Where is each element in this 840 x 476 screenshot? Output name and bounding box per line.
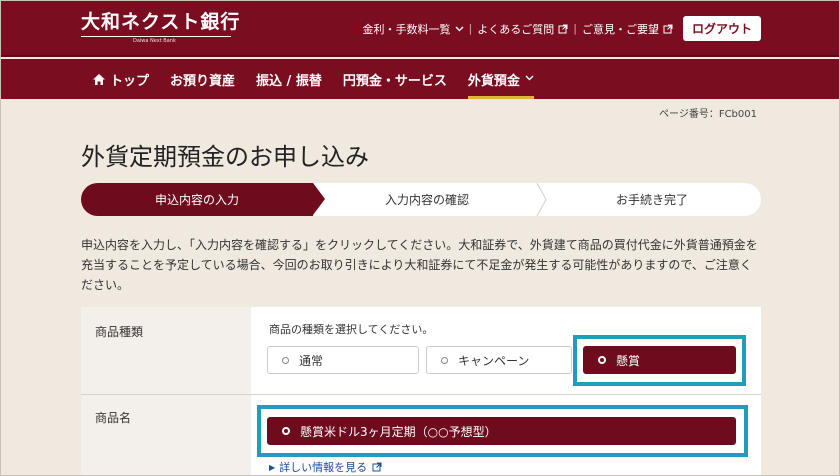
- util-link-rates[interactable]: 金利・手数料一覧: [363, 21, 464, 37]
- bank-name-en: Daiwa Next Bank: [133, 38, 176, 44]
- detail-info-label: 詳しい情報を見る: [279, 461, 368, 474]
- product-type-instruction: 商品の種類を選択してください。: [269, 323, 434, 336]
- triangle-right-icon: ▶: [269, 462, 276, 472]
- radio-campaign[interactable]: キャンペーン: [426, 346, 572, 374]
- highlight-box: [257, 405, 748, 457]
- nav-item-yen-deposit[interactable]: 円預金・サービス: [343, 59, 447, 99]
- main-nav: トップ お預り資産 振込 / 振替 円預金・サービス 外貨預金: [1, 59, 839, 99]
- util-link-feedback[interactable]: ご意見・ご要望: [582, 21, 673, 37]
- chevron-down-icon: [525, 74, 534, 84]
- product-type-label: 商品種類: [95, 325, 144, 339]
- util-link-faq[interactable]: よくあるご質問: [477, 21, 568, 37]
- utility-links: 金利・手数料一覧 | よくあるご質問 | ご意見・ご要望 ログアウト: [363, 16, 761, 41]
- util-link-label: よくあるご質問: [477, 22, 555, 36]
- step-complete: お手続き完了: [615, 193, 688, 207]
- radio-label: キャンペーン: [458, 353, 530, 368]
- external-link-icon: [372, 462, 382, 472]
- step-input: 申込内容の入力: [81, 183, 313, 216]
- radio-label: 通常: [299, 353, 324, 368]
- nav-item-label: トップ: [110, 73, 150, 89]
- util-link-label: ご意見・ご要望: [581, 22, 659, 36]
- row-divider: [81, 394, 761, 395]
- logo-underline: [81, 36, 231, 37]
- product-name-label: 商品名: [95, 411, 132, 425]
- nav-item-top[interactable]: トップ: [93, 59, 149, 99]
- progress-steps: 申込内容の入力 入力内容の確認 お手続き完了: [81, 183, 761, 216]
- header: 大和ネクスト銀行 Daiwa Next Bank 金利・手数料一覧 | よくある…: [1, 1, 839, 57]
- highlight-box: [573, 335, 746, 386]
- nav-item-transfer[interactable]: 振込 / 振替: [256, 59, 322, 99]
- nav-item-label: 外貨預金: [467, 73, 520, 89]
- chevron-down-icon: [455, 26, 464, 32]
- divider: |: [468, 22, 473, 35]
- nav-item-label: お預り資産: [170, 73, 236, 89]
- external-link-icon: [663, 24, 673, 34]
- bank-name: 大和ネクスト銀行: [81, 11, 241, 33]
- page-title: 外貨定期預金のお申し込み: [81, 143, 369, 171]
- page-frame: 大和ネクスト銀行 Daiwa Next Bank 金利・手数料一覧 | よくある…: [0, 0, 840, 476]
- util-link-label: 金利・手数料一覧: [362, 22, 451, 36]
- bank-logo[interactable]: 大和ネクスト銀行 Daiwa Next Bank: [81, 11, 241, 44]
- nav-item-label: 円預金・サービス: [342, 73, 447, 89]
- radio-dot: [282, 356, 289, 364]
- divider: |: [573, 22, 577, 35]
- logout-button[interactable]: ログアウト: [682, 16, 761, 41]
- home-icon: [93, 73, 105, 85]
- nav-item-assets[interactable]: お預り資産: [170, 59, 235, 99]
- instructions-text: 申込内容を入力し、「入力内容を確認する」をクリックしてください。大和証券で、外貨…: [81, 238, 758, 292]
- nav-item-foreign-deposit[interactable]: 外貨預金: [467, 59, 534, 99]
- step-confirm: 入力内容の確認: [384, 193, 469, 207]
- radio-normal[interactable]: 通常: [267, 346, 419, 374]
- page-number: ページ番号：FCb001: [659, 109, 757, 120]
- detail-info-link[interactable]: ▶ 詳しい情報を見る: [269, 459, 382, 475]
- application-form: 商品種類 商品の種類を選択してください。 通常 キャンペーン 懸賞 商品名 懸賞…: [81, 307, 761, 475]
- external-link-icon: [558, 24, 568, 34]
- radio-dot: [441, 356, 448, 364]
- nav-item-label: 振込 / 振替: [256, 73, 322, 89]
